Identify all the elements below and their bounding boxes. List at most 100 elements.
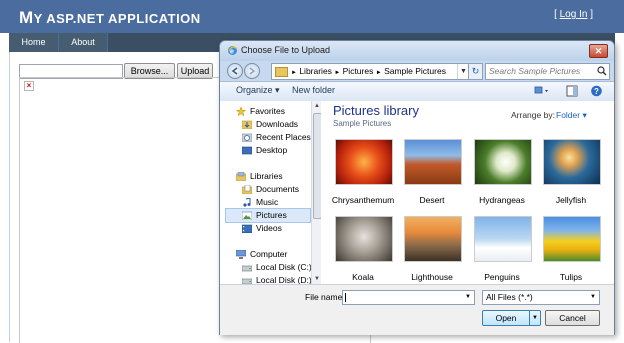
downloads-folder-icon [242, 120, 252, 129]
broken-image-icon: × [24, 81, 34, 91]
breadcrumb-sample-pictures[interactable]: Sample Pictures [384, 66, 446, 76]
refresh-icon: ↻ [471, 66, 480, 76]
file-type-filter[interactable]: All Files (*.*) ▼ [482, 290, 600, 305]
svg-text:e: e [230, 49, 234, 56]
file-name-input[interactable]: ▼ [342, 290, 475, 305]
star-icon [236, 107, 246, 116]
file-name-lighthouse[interactable]: Lighthouse [396, 272, 468, 282]
site-title: MY ASP.NET APPLICATION [19, 8, 201, 28]
search-input[interactable]: Search Sample Pictures [485, 63, 610, 80]
login-area: [ Log In ] [554, 9, 593, 20]
nav-label: Videos [256, 223, 282, 233]
pictures-icon [242, 211, 252, 220]
arrange-by-label: Arrange by: [511, 110, 555, 120]
open-label: Open [495, 313, 517, 323]
dialog-footer: File name: ▼ All Files (*.*) ▼ Open ▼ Ca… [220, 284, 614, 335]
nav-pictures[interactable]: Pictures [225, 208, 311, 223]
help-icon[interactable]: ? [589, 85, 604, 97]
thumbnail-tulips[interactable] [543, 216, 601, 262]
breadcrumb: ► Libraries ► Pictures ► Sample Pictures [291, 64, 446, 81]
nav-label: Local Disk (D:) [256, 275, 312, 284]
menu-item-home[interactable]: Home [9, 33, 59, 52]
arrange-by-dropdown[interactable]: Folder ▾ [556, 110, 587, 121]
nav-label: Libraries [250, 171, 283, 181]
arrow-left-icon [231, 67, 238, 75]
open-split-dropdown-icon[interactable]: ▼ [529, 311, 540, 325]
thumbnail-penguins[interactable] [474, 216, 532, 262]
breadcrumb-sep: ► [291, 70, 297, 76]
arrow-right-icon [249, 67, 256, 75]
chevron-down-icon[interactable]: ▼ [463, 291, 473, 304]
file-name-hydrangeas[interactable]: Hydrangeas [466, 195, 538, 205]
nav-label: Favorites [250, 106, 285, 116]
file-name-desert[interactable]: Desert [396, 195, 468, 205]
nav-label: Pictures [256, 210, 287, 220]
file-name-chrysanthemum[interactable]: Chrysanthemum [327, 195, 399, 205]
file-name-penguins[interactable]: Penguins [466, 272, 538, 282]
open-button[interactable]: Open ▼ [482, 310, 541, 326]
recent-places-icon [242, 133, 252, 142]
forward-button[interactable] [244, 63, 260, 79]
svg-text:?: ? [594, 87, 599, 96]
thumbnail-hydrangeas[interactable] [474, 139, 532, 185]
address-bar[interactable]: ► Libraries ► Pictures ► Sample Pictures… [271, 63, 470, 80]
chevron-down-icon: ▼ [590, 294, 596, 300]
thumbnail-chrysanthemum[interactable] [335, 139, 393, 185]
desktop-icon [242, 146, 252, 155]
login-link[interactable]: Log In [560, 9, 588, 20]
back-button[interactable] [227, 63, 243, 79]
navigation-pane: Favorites Downloads Recent Places Deskto… [220, 101, 321, 284]
site-title-part2: PPLICATION [117, 11, 201, 26]
thumbnail-lighthouse[interactable] [404, 216, 462, 262]
text-caret [345, 293, 346, 302]
file-name-koala[interactable]: Koala [327, 272, 399, 282]
nav-label: Downloads [256, 119, 299, 129]
nav-label: Local Disk (C:) [256, 262, 312, 272]
site-header: MY ASP.NET APPLICATION [ Log In ] [0, 0, 624, 33]
folder-icon [275, 67, 288, 77]
refresh-button[interactable]: ↻ [468, 63, 483, 80]
file-name-jellyfish[interactable]: Jellyfish [535, 195, 607, 205]
documents-icon [242, 185, 252, 194]
thumbnail-koala[interactable] [335, 216, 393, 262]
thumbnail-jellyfish[interactable] [543, 139, 601, 185]
search-placeholder: Search Sample Pictures [489, 66, 581, 76]
menu-item-about[interactable]: About [59, 33, 108, 52]
file-name-label: File name: [305, 292, 345, 302]
organize-button[interactable]: Organize ▾ [236, 85, 280, 96]
library-title: Pictures library [333, 103, 419, 118]
site-title-part: Y ASP.NET A [33, 11, 118, 26]
new-folder-button[interactable]: New folder [292, 85, 335, 95]
view-options-icon[interactable] [534, 85, 549, 97]
breadcrumb-sep: ► [375, 70, 382, 76]
nav-label: Recent Places [256, 132, 311, 142]
file-upload-dialog: e Choose File to Upload ✕ ► Libraries ► … [219, 40, 615, 335]
breadcrumb-libraries[interactable]: Libraries [299, 66, 332, 76]
dialog-title: Choose File to Upload [241, 45, 331, 55]
command-bar: Organize ▾ New folder ? [220, 81, 614, 102]
libraries-icon [236, 172, 246, 181]
nav-label: Documents [256, 184, 299, 194]
preview-pane-icon[interactable] [565, 85, 580, 97]
dialog-titlebar[interactable]: e Choose File to Upload ✕ [220, 41, 614, 61]
cancel-button[interactable]: Cancel [545, 310, 600, 326]
file-list-pane: Pictures library Sample Pictures Arrange… [321, 101, 614, 284]
hard-drive-icon [242, 265, 252, 272]
nav-label: Computer [250, 249, 288, 259]
breadcrumb-pictures[interactable]: Pictures [343, 66, 374, 76]
file-name-tulips[interactable]: Tulips [535, 272, 607, 282]
music-icon [243, 198, 251, 207]
address-row: ► Libraries ► Pictures ► Sample Pictures… [220, 61, 614, 81]
computer-icon [236, 250, 246, 259]
search-icon [597, 66, 607, 76]
login-bracket-close: ] [587, 9, 593, 20]
videos-icon [242, 224, 252, 233]
breadcrumb-sep: ► [334, 70, 341, 76]
site-title-initial: M [19, 8, 34, 27]
nav-label: Desktop [256, 145, 288, 155]
close-button[interactable]: ✕ [589, 44, 608, 58]
thumbnail-desert[interactable] [404, 139, 462, 185]
ie-logo-icon: e [228, 46, 238, 56]
hard-drive-icon [242, 278, 252, 284]
library-subtitle: Sample Pictures [333, 119, 392, 128]
